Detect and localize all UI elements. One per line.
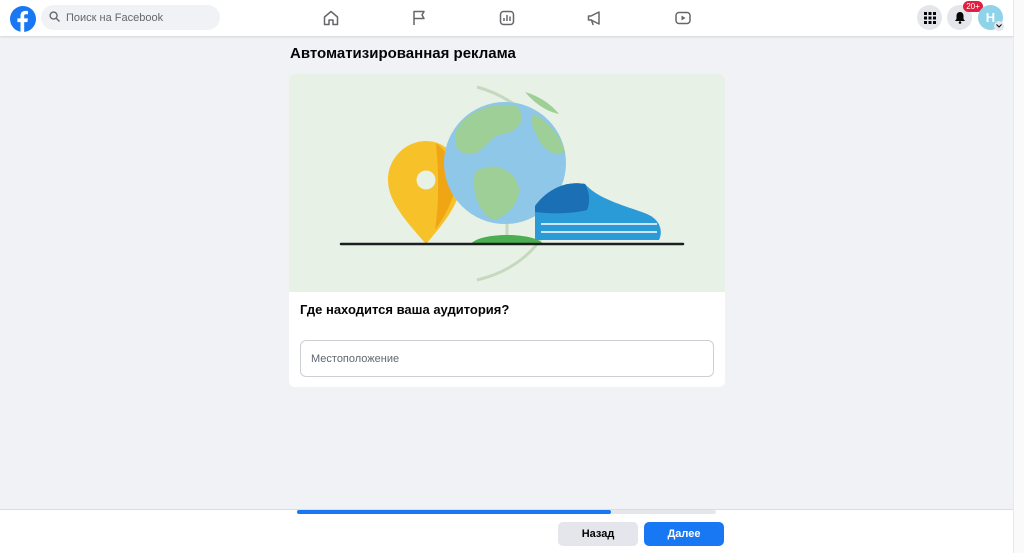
- megaphone-icon[interactable]: [584, 7, 606, 29]
- back-button[interactable]: Назад: [558, 522, 638, 546]
- travel-illustration: [289, 74, 725, 292]
- search-box[interactable]: [41, 5, 220, 30]
- page-title: Автоматизированная реклама: [290, 45, 516, 62]
- next-button[interactable]: Далее: [644, 522, 724, 546]
- home-icon[interactable]: [320, 7, 342, 29]
- analytics-icon[interactable]: [496, 7, 518, 29]
- footer-bar: [0, 509, 1013, 553]
- facebook-logo-icon[interactable]: [10, 6, 36, 32]
- search-icon: [49, 9, 60, 27]
- progress-bar-fill: [297, 510, 612, 514]
- top-navigation-bar: 20+ H: [0, 0, 1013, 36]
- page-scrollbar[interactable]: [1013, 0, 1024, 553]
- search-input[interactable]: [66, 11, 206, 24]
- progress-bar: [297, 510, 716, 514]
- flag-icon[interactable]: [408, 7, 430, 29]
- account-chevron-down-icon[interactable]: [994, 21, 1004, 31]
- apps-menu-icon[interactable]: [917, 5, 942, 30]
- location-input[interactable]: [300, 340, 714, 377]
- audience-location-card: Где находится ваша аудитория?: [289, 74, 725, 387]
- audience-question: Где находится ваша аудитория?: [300, 302, 510, 317]
- video-icon[interactable]: [672, 7, 694, 29]
